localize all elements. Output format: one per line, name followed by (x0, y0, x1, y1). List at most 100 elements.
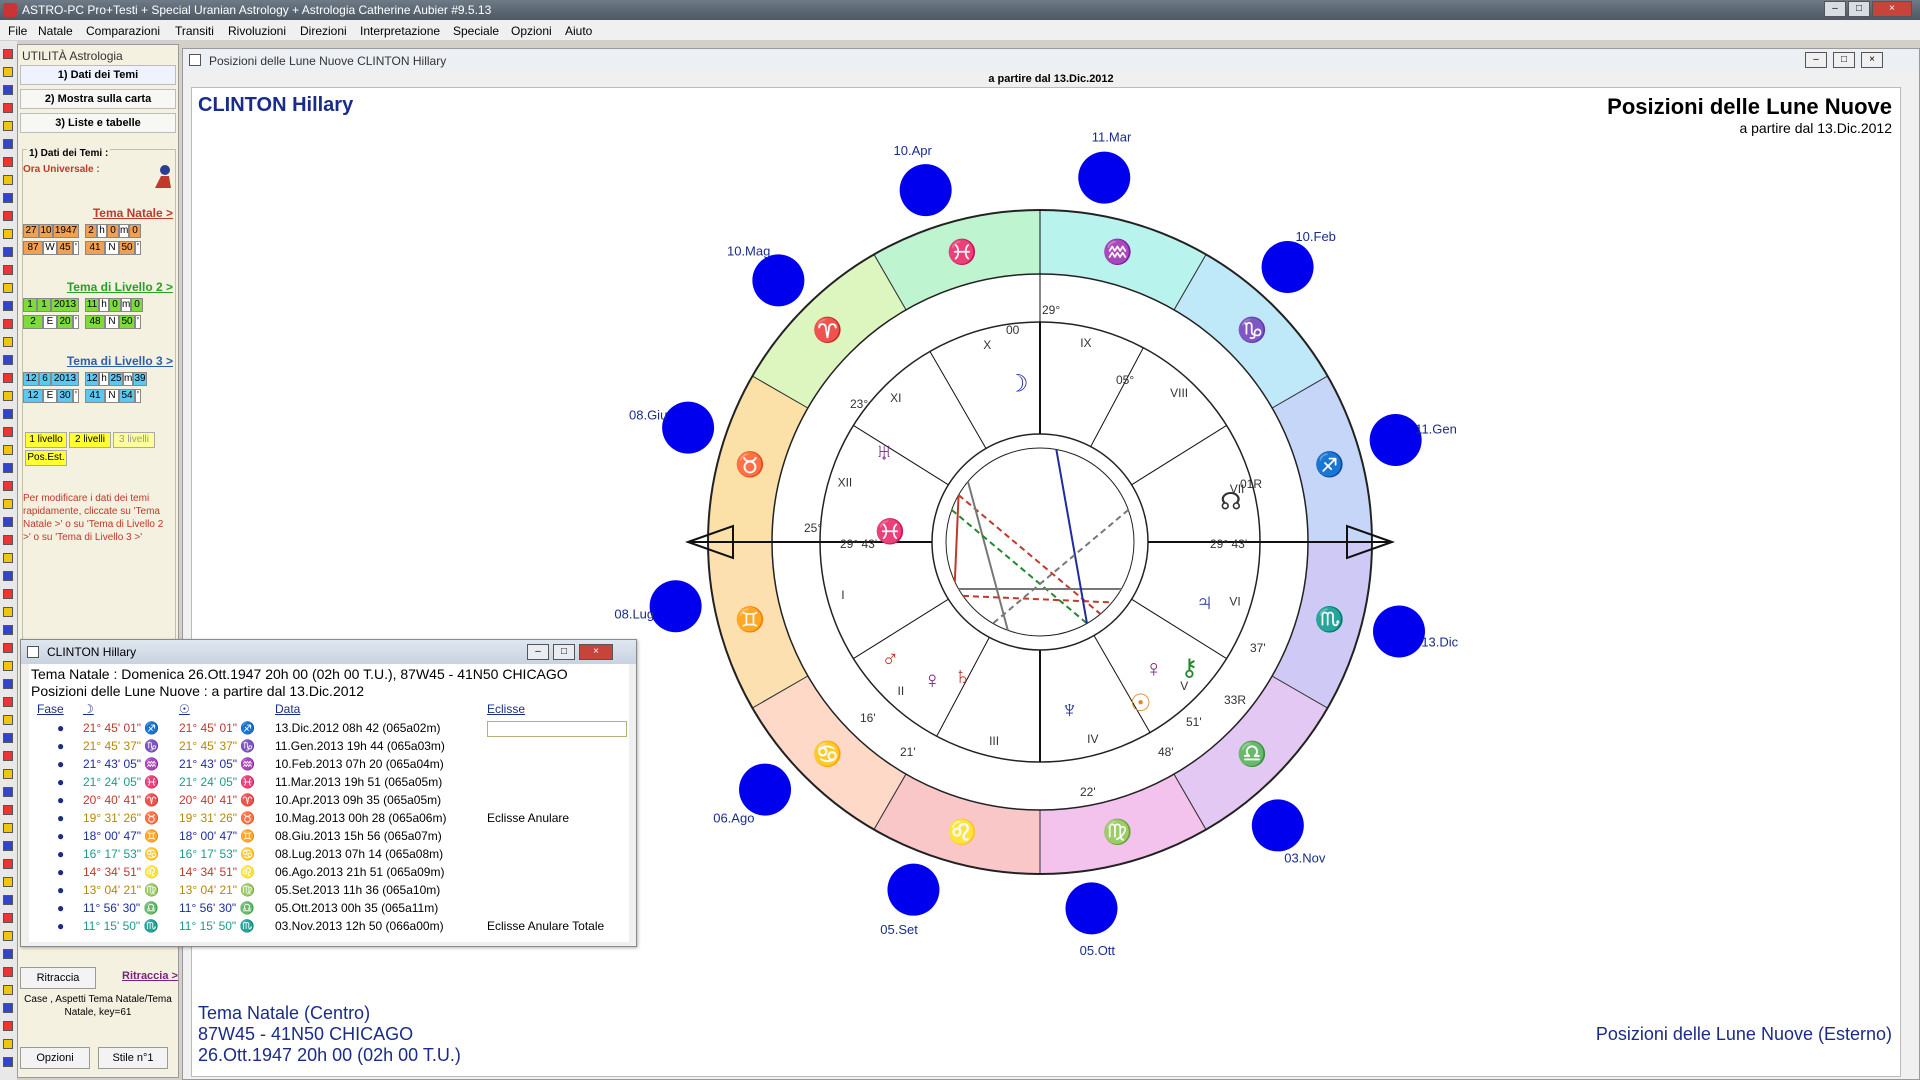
menu-speciale[interactable]: Speciale (453, 24, 499, 38)
strip-square[interactable] (3, 697, 13, 707)
strip-square[interactable] (3, 337, 13, 347)
lvl3-year[interactable]: 2013 (51, 372, 79, 386)
strip-square[interactable] (3, 1057, 13, 1067)
strip-square[interactable] (3, 211, 13, 221)
strip-square[interactable] (3, 49, 13, 59)
chart-minimize-button[interactable]: – (1805, 52, 1827, 68)
strip-square[interactable] (3, 625, 13, 635)
strip-square[interactable] (3, 751, 13, 761)
col-eclisse[interactable]: Eclisse (487, 702, 525, 716)
menu-opzioni[interactable]: Opzioni (511, 24, 552, 38)
lvl2-lon-min[interactable]: 20 (57, 315, 73, 329)
strip-square[interactable] (3, 949, 13, 959)
menu-transiti[interactable]: Transiti (175, 24, 214, 38)
tema-natale-link[interactable]: Tema Natale > (93, 206, 173, 220)
tab-dati-temi[interactable]: 1) Dati dei Temi (20, 65, 176, 85)
lvl3-lat-deg[interactable]: 41 (85, 389, 105, 403)
strip-square[interactable] (3, 499, 13, 509)
lvl2-lat-dir[interactable]: N (105, 315, 119, 329)
strip-square[interactable] (3, 931, 13, 941)
chart-close-button[interactable]: × (1861, 52, 1883, 68)
minimize-button[interactable]: – (1824, 1, 1846, 17)
table-row[interactable]: ● 21° 24' 05" ♓ 21° 24' 05" ♓ 11.Mar.2013 1… (29, 774, 629, 792)
lvl2-lat-min[interactable]: 50 (119, 315, 135, 329)
strip-square[interactable] (3, 175, 13, 185)
table-row[interactable]: ● 11° 56' 30" ♎ 11° 56' 30" ♎ 05.Ott.2013 0… (29, 900, 629, 918)
tema-livello3-link[interactable]: Tema di Livello 3 > (67, 354, 173, 368)
lvl2-year[interactable]: 2013 (51, 298, 79, 312)
lvl3-lon-dir[interactable]: E (43, 389, 57, 403)
stile-button[interactable]: Stile n°1 (98, 1047, 168, 1069)
strip-square[interactable] (3, 139, 13, 149)
lvl3-month[interactable]: 6 (39, 372, 51, 386)
strip-square[interactable] (3, 301, 13, 311)
strip-square[interactable] (3, 121, 13, 131)
strip-square[interactable] (3, 373, 13, 383)
natal-year[interactable]: 1947 (53, 224, 79, 238)
natal-lon-deg[interactable]: 87 (23, 241, 43, 255)
strip-square[interactable] (3, 553, 13, 563)
strip-square[interactable] (3, 517, 13, 527)
strip-square[interactable] (3, 463, 13, 473)
strip-square[interactable] (3, 1021, 13, 1031)
col-sun[interactable]: ☉ (179, 702, 190, 716)
col-data[interactable]: Data (275, 702, 300, 716)
lvl2-sec[interactable]: 0 (131, 298, 143, 312)
table-row[interactable]: ● 21° 43' 05" ♒ 21° 43' 05" ♒ 10.Feb.2013 0… (29, 756, 629, 774)
person-icon[interactable] (151, 164, 173, 190)
strip-square[interactable] (3, 391, 13, 401)
close-button[interactable]: × (1872, 1, 1912, 17)
strip-square[interactable] (3, 427, 13, 437)
natal-month[interactable]: 10 (39, 224, 53, 238)
lvl2-hour[interactable]: 11 (85, 298, 99, 312)
strip-square[interactable] (3, 877, 13, 887)
menu-file[interactable]: File (8, 24, 27, 38)
strip-square[interactable] (3, 535, 13, 545)
strip-square[interactable] (3, 85, 13, 95)
strip-square[interactable] (3, 895, 13, 905)
lvl3-lon-deg[interactable]: 12 (23, 389, 43, 403)
table-row[interactable]: ● 21° 45' 01" ♐ 21° 45' 01" ♐ 13.Dic.2012 0… (29, 720, 629, 738)
natal-lat-dir[interactable]: N (105, 241, 119, 255)
lvl3-day[interactable]: 12 (23, 372, 39, 386)
natal-lat-deg[interactable]: 41 (85, 241, 105, 255)
col-moon[interactable]: ☽ (83, 702, 94, 716)
lvl3-hour[interactable]: 12 (85, 372, 99, 386)
strip-square[interactable] (3, 841, 13, 851)
strip-square[interactable] (3, 355, 13, 365)
strip-square[interactable] (3, 319, 13, 329)
table-row[interactable]: ● 20° 40' 41" ♈ 20° 40' 41" ♈ 10.Apr.2013 0… (29, 792, 629, 810)
strip-square[interactable] (3, 859, 13, 869)
natal-day[interactable]: 27 (23, 224, 39, 238)
lvl2-day[interactable]: 1 (23, 298, 37, 312)
strip-square[interactable] (3, 787, 13, 797)
tab-liste-tabelle[interactable]: 3) Liste e tabelle (20, 113, 176, 133)
opzioni-button[interactable]: Opzioni (20, 1047, 90, 1069)
ritraccia-link[interactable]: Ritraccia > (122, 970, 178, 982)
lvl3-sec[interactable]: 39 (133, 372, 147, 386)
natal-min[interactable]: 0 (107, 224, 119, 238)
strip-square[interactable] (3, 247, 13, 257)
lvl2-lon-deg[interactable]: 2 (23, 315, 43, 329)
tema-livello2-link[interactable]: Tema di Livello 2 > (67, 280, 173, 294)
natal-lon-dir[interactable]: W (43, 241, 57, 255)
strip-square[interactable] (3, 193, 13, 203)
chart-maximize-button[interactable]: □ (1833, 52, 1855, 68)
strip-square[interactable] (3, 571, 13, 581)
natal-lon-min[interactable]: 45 (57, 241, 73, 255)
menu-comparazioni[interactable]: Comparazioni (86, 24, 160, 38)
tab-mostra-carta[interactable]: 2) Mostra sulla carta (20, 89, 176, 109)
menu-interpretazione[interactable]: Interpretazione (360, 24, 440, 38)
strip-square[interactable] (3, 643, 13, 653)
table-maximize-button[interactable]: □ (553, 644, 575, 660)
new-moons-table-window[interactable]: CLINTON Hillary – □ × Tema Natale : Dome… (20, 639, 637, 947)
strip-square[interactable] (3, 985, 13, 995)
lvl3-min[interactable]: 25 (109, 372, 123, 386)
strip-square[interactable] (3, 265, 13, 275)
strip-square[interactable] (3, 769, 13, 779)
strip-square[interactable] (3, 679, 13, 689)
strip-square[interactable] (3, 715, 13, 725)
pos-est-button[interactable]: Pos.Est. (25, 450, 67, 466)
natal-lat-min[interactable]: 50 (119, 241, 135, 255)
lvl2-lat-deg[interactable]: 48 (85, 315, 105, 329)
